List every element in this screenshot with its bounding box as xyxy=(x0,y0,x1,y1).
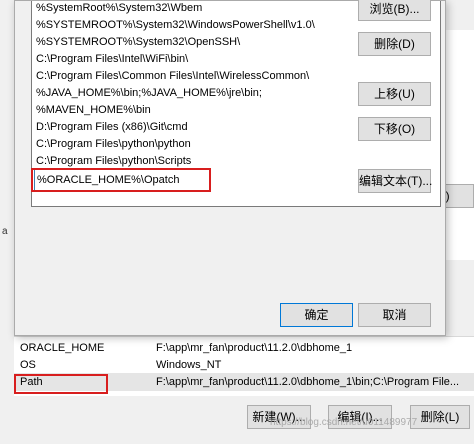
variable-value: F:\app\mr_fan\product\11.2.0\dbhome_1 xyxy=(156,342,353,354)
delete-entry-button[interactable]: 删除(D) xyxy=(358,32,431,56)
browse-button[interactable]: 浏览(B)... xyxy=(358,0,431,21)
path-entry[interactable]: C:\Program Files\Intel\WiFi\bin\ xyxy=(36,50,188,68)
path-entry[interactable]: %SystemRoot%\System32\Wbem xyxy=(36,1,202,17)
ok-button[interactable]: 确定 xyxy=(280,303,353,327)
path-entry[interactable]: %JAVA_HOME%\bin;%JAVA_HOME%\jre\bin; xyxy=(36,84,262,102)
system-variables-group-label: a xyxy=(2,226,8,237)
system-variable-row[interactable]: ORACLE_HOME F:\app\mr_fan\product\11.2.0… xyxy=(14,339,474,357)
new-entry-highlight-box xyxy=(31,168,211,192)
edit-environment-variable-dialog: %SystemRoot%\System32\Wbem %SYSTEMROOT%\… xyxy=(14,0,446,336)
path-highlight-box xyxy=(14,374,108,394)
path-entry[interactable]: %SYSTEMROOT%\System32\WindowsPowerShell\… xyxy=(36,16,315,34)
system-variable-row[interactable]: OS Windows_NT xyxy=(14,356,474,374)
watermark: https://blog.csdn.net/u011489977 xyxy=(270,417,418,428)
variable-value: Windows_NT xyxy=(156,359,222,371)
cancel-button[interactable]: 取消 xyxy=(358,303,431,327)
path-entry[interactable]: %SYSTEMROOT%\System32\OpenSSH\ xyxy=(36,33,240,51)
move-up-button[interactable]: 上移(U) xyxy=(358,82,431,106)
path-entry[interactable]: %MAVEN_HOME%\bin xyxy=(36,101,151,119)
delete-variable-button[interactable]: 删除(L) xyxy=(410,405,470,429)
path-entry[interactable]: C:\Program Files\python\python xyxy=(36,135,191,153)
path-entry[interactable]: D:\Program Files (x86)\Git\cmd xyxy=(36,118,188,136)
variable-value: F:\app\mr_fan\product\11.2.0\dbhome_1\bi… xyxy=(156,376,460,388)
variable-name: OS xyxy=(20,359,36,371)
edit-text-button[interactable]: 编辑文本(T)... xyxy=(358,169,432,193)
variable-name: ORACLE_HOME xyxy=(20,342,105,354)
path-entry[interactable]: C:\Program Files\Common Files\Intel\Wire… xyxy=(36,67,309,85)
move-down-button[interactable]: 下移(O) xyxy=(358,117,431,141)
